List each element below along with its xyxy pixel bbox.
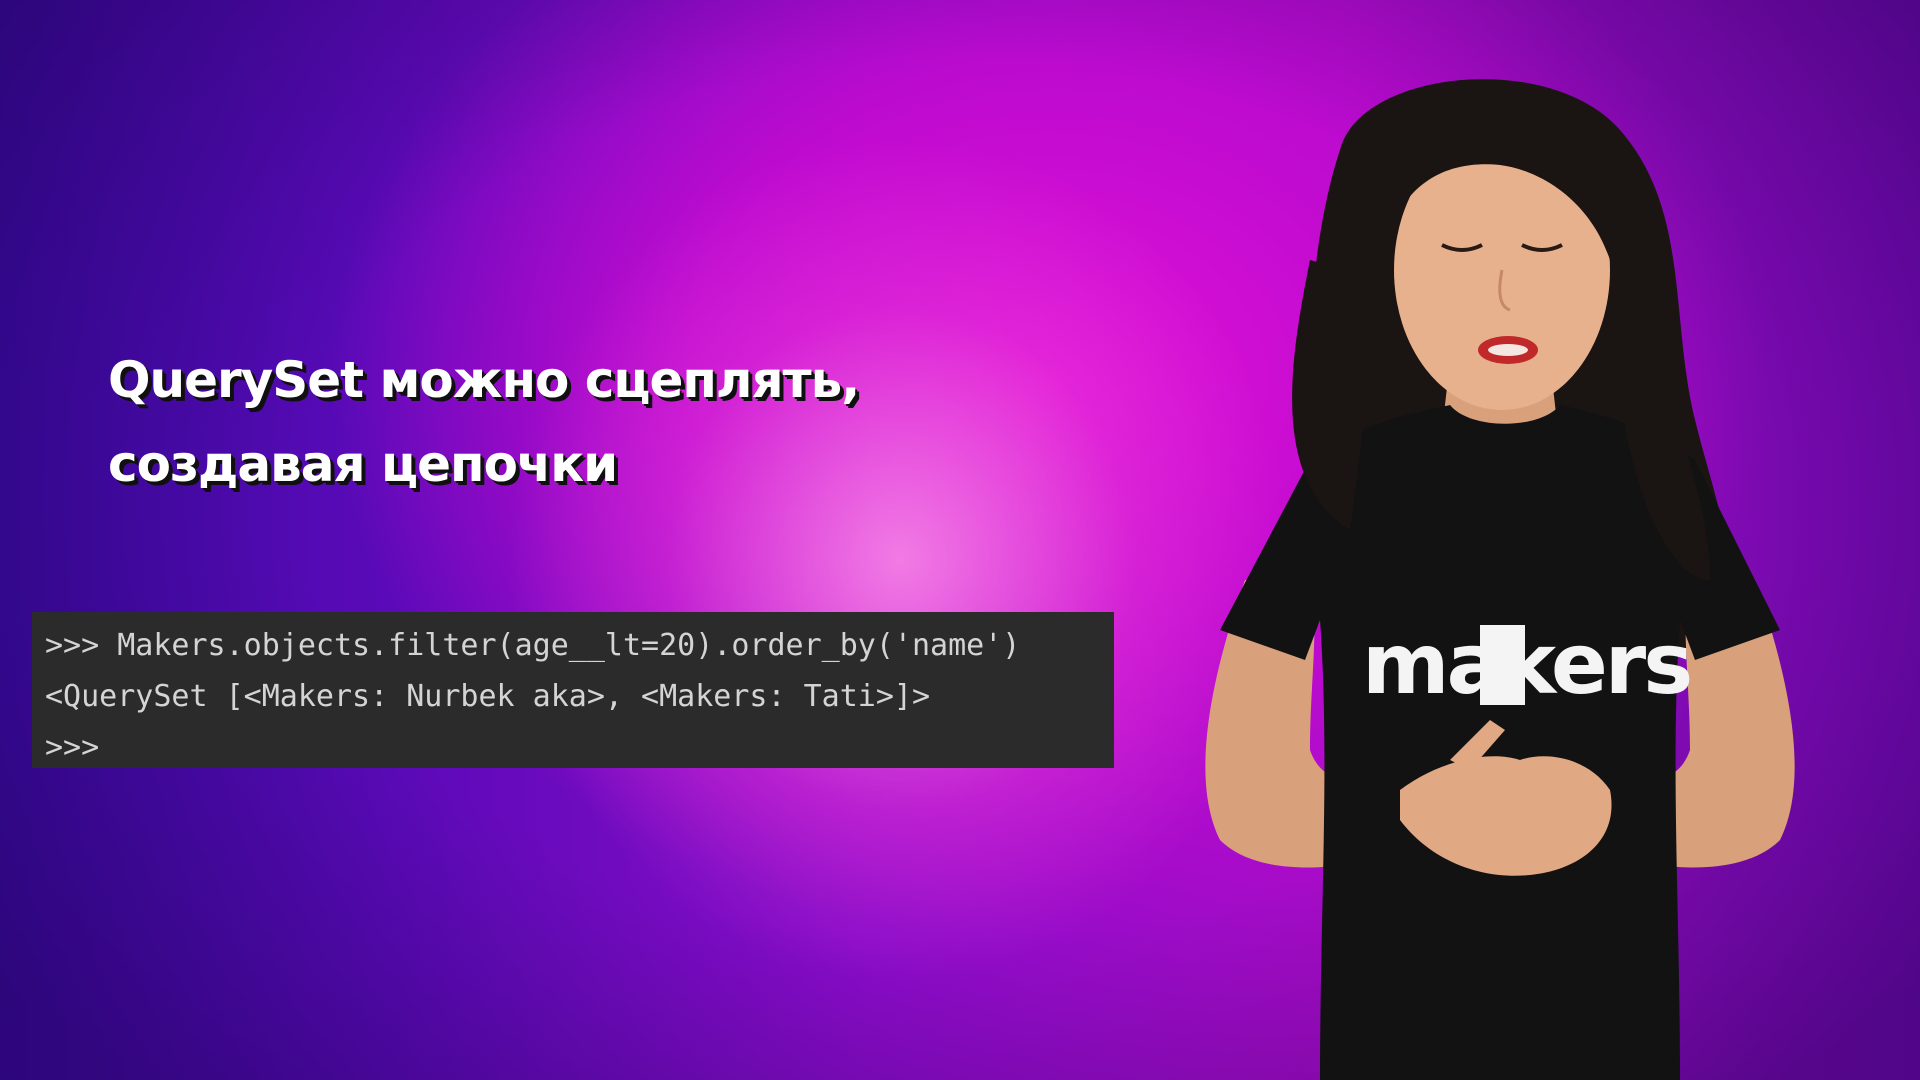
headline-line-1: QuerySet можно сцеплять, [108, 351, 860, 409]
presenter [1150, 60, 1850, 1080]
console-line-1: >>> Makers.objects.filter(age__lt=20).or… [45, 628, 1021, 663]
python-console: >>> Makers.objects.filter(age__lt=20).or… [32, 612, 1114, 768]
presenter-illustration [1205, 79, 1795, 1080]
headline: QuerySet можно сцеплять, создавая цепочк… [108, 338, 860, 506]
console-line-2: <QuerySet [<Makers: Nurbek aka>, <Makers… [45, 679, 931, 714]
shirt-logo: makers [1362, 615, 1693, 713]
console-line-3: >>> [45, 730, 100, 765]
video-frame: QuerySet можно сцеплять, создавая цепочк… [0, 0, 1920, 1080]
headline-line-2: создавая цепочки [108, 435, 618, 493]
